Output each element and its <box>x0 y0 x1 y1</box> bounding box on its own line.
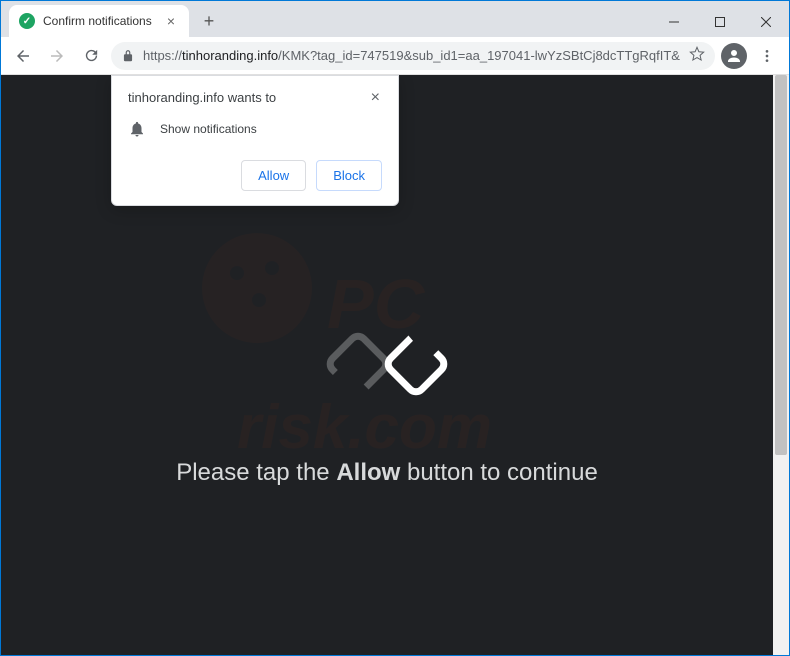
bookmark-icon[interactable] <box>689 46 705 65</box>
browser-toolbar: https://tinhoranding.info/KMK?tag_id=747… <box>1 37 789 75</box>
checkmark-icon <box>19 13 35 29</box>
lock-icon <box>121 49 135 63</box>
close-icon[interactable]: × <box>369 90 382 106</box>
back-button[interactable] <box>9 42 37 70</box>
maximize-button[interactable] <box>697 7 743 37</box>
browser-tab[interactable]: Confirm notifications × <box>9 5 189 37</box>
tab-bar: Confirm notifications × + <box>1 1 789 37</box>
popup-message: Show notifications <box>160 122 257 136</box>
menu-button[interactable] <box>753 42 781 70</box>
popup-title: tinhoranding.info wants to <box>128 90 276 105</box>
close-window-button[interactable] <box>743 7 789 37</box>
block-button[interactable]: Block <box>316 160 382 191</box>
new-tab-button[interactable]: + <box>195 7 223 35</box>
loader-icon <box>312 324 462 409</box>
tab-title: Confirm notifications <box>43 14 155 28</box>
scrollbar[interactable] <box>773 75 789 655</box>
profile-button[interactable] <box>721 43 747 69</box>
minimize-button[interactable] <box>651 7 697 37</box>
forward-button[interactable] <box>43 42 71 70</box>
instruction-text: Please tap the Allow button to continue <box>176 459 598 487</box>
notification-permission-popup: tinhoranding.info wants to × Show notifi… <box>111 75 399 206</box>
url-text: https://tinhoranding.info/KMK?tag_id=747… <box>143 48 681 63</box>
address-bar[interactable]: https://tinhoranding.info/KMK?tag_id=747… <box>111 42 715 70</box>
scrollbar-thumb[interactable] <box>775 75 787 455</box>
bell-icon <box>128 120 146 138</box>
allow-button[interactable]: Allow <box>241 160 306 191</box>
close-icon[interactable]: × <box>163 13 179 29</box>
page-content: PC risk.com Please tap the Allow button … <box>1 75 773 655</box>
reload-button[interactable] <box>77 42 105 70</box>
